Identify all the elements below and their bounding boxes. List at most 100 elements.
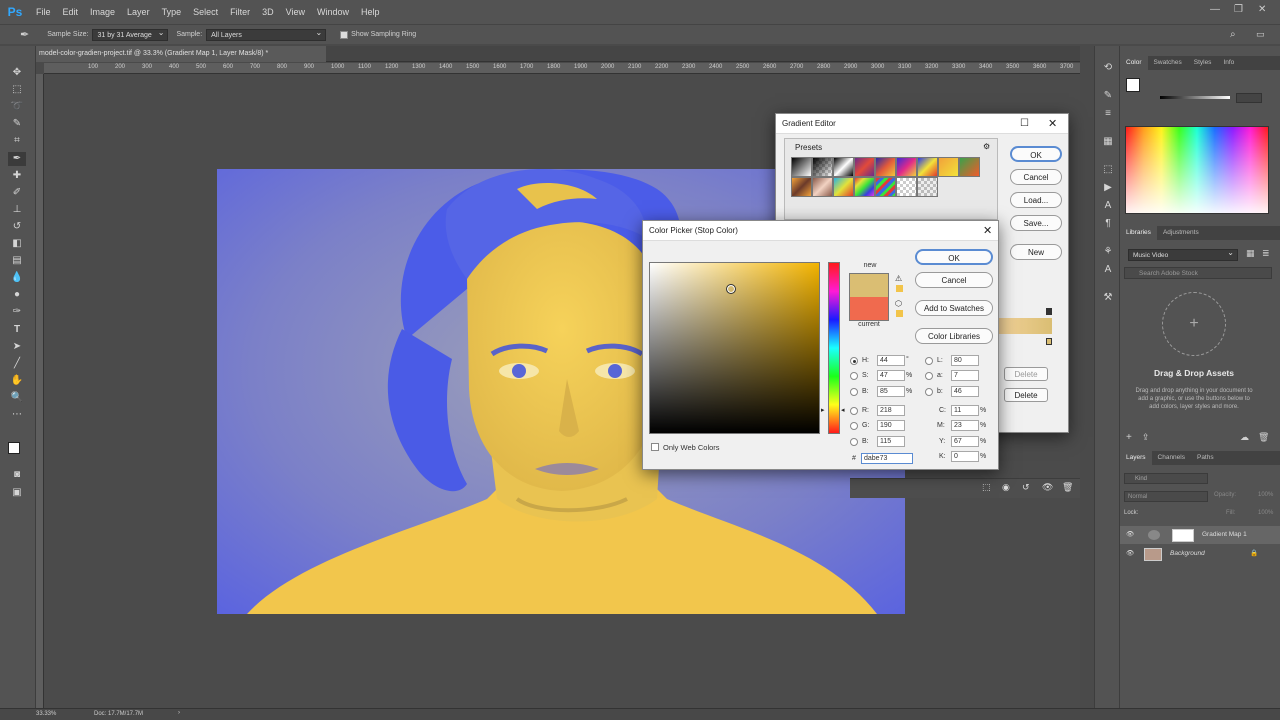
color-spectrum[interactable] bbox=[1125, 126, 1269, 214]
blend-mode-select[interactable]: Normal bbox=[1124, 491, 1208, 502]
properties-panel-icon[interactable]: ≡ bbox=[1100, 108, 1116, 119]
restore-icon[interactable]: ❐ bbox=[1234, 4, 1243, 15]
picker-cancel-button[interactable]: Cancel bbox=[915, 272, 993, 288]
close-icon[interactable]: ✕ bbox=[1258, 4, 1266, 15]
stock-search-input[interactable]: Search Adobe Stock bbox=[1124, 267, 1272, 279]
color-stop-icon[interactable] bbox=[1046, 338, 1052, 345]
clip-icon[interactable]: ⬚ bbox=[982, 482, 991, 493]
preset-swatch[interactable] bbox=[938, 157, 959, 177]
tab-libraries[interactable]: Libraries bbox=[1120, 226, 1157, 240]
gamut-color-chip[interactable] bbox=[896, 285, 903, 292]
blur-tool-icon[interactable]: 💧 bbox=[8, 271, 26, 285]
lab-b-field[interactable]: 46 bbox=[951, 386, 979, 397]
current-color-swatch[interactable] bbox=[849, 297, 889, 321]
preset-swatch[interactable] bbox=[791, 157, 812, 177]
marquee-tool-icon[interactable]: ⬚ bbox=[8, 83, 26, 97]
pen-tool-icon[interactable]: ✑ bbox=[8, 305, 26, 319]
gradient-tool-icon[interactable]: ▤ bbox=[8, 254, 26, 268]
tab-layers[interactable]: Layers bbox=[1120, 451, 1152, 465]
preset-swatch[interactable] bbox=[812, 177, 833, 197]
only-web-colors-checkbox[interactable] bbox=[651, 443, 659, 451]
brightness-radio[interactable] bbox=[850, 388, 858, 396]
layer-mask-thumbnail[interactable] bbox=[1172, 529, 1194, 542]
red-radio[interactable] bbox=[850, 407, 858, 415]
dodge-tool-icon[interactable]: ● bbox=[8, 288, 26, 302]
history-panel-icon[interactable]: ⟲ bbox=[1100, 62, 1116, 73]
brush-tool-icon[interactable]: ✐ bbox=[8, 186, 26, 200]
preset-swatch[interactable] bbox=[875, 177, 896, 197]
library-select[interactable]: Music Video bbox=[1128, 247, 1238, 261]
more-tools-icon[interactable]: ⋯ bbox=[8, 408, 26, 422]
sample-size-select[interactable]: 31 by 31 Average bbox=[92, 27, 169, 41]
menu-3d[interactable]: 3D bbox=[262, 7, 274, 17]
color-field[interactable] bbox=[649, 262, 820, 434]
visibility-eye-icon[interactable]: 👁 bbox=[1126, 526, 1134, 544]
preset-swatch[interactable] bbox=[896, 177, 917, 197]
hue-slider[interactable] bbox=[828, 262, 840, 434]
hex-field[interactable]: dabe73 bbox=[861, 453, 913, 464]
hue-slider-left-arrow[interactable]: ▸ bbox=[821, 406, 825, 414]
delete-color-stop-button[interactable]: Delete bbox=[1004, 388, 1048, 402]
delete-opacity-stop-button[interactable]: Delete bbox=[1004, 367, 1048, 381]
tab-styles[interactable]: Styles bbox=[1188, 56, 1218, 70]
path-select-icon[interactable]: ➤ bbox=[8, 340, 26, 354]
saturation-field[interactable]: 47 bbox=[877, 370, 905, 381]
character-panel-icon[interactable]: A bbox=[1100, 200, 1116, 211]
websafe-color-chip[interactable] bbox=[896, 310, 903, 317]
lab-a-field[interactable]: 7 bbox=[951, 370, 979, 381]
preset-swatch[interactable] bbox=[875, 157, 896, 177]
preset-swatch[interactable] bbox=[833, 157, 854, 177]
blue-radio[interactable] bbox=[850, 438, 858, 446]
preset-swatch[interactable] bbox=[917, 177, 938, 197]
preset-swatch[interactable] bbox=[812, 157, 833, 177]
dialog-close-icon[interactable]: ✕ bbox=[1048, 117, 1057, 130]
menu-window[interactable]: Window bbox=[317, 7, 349, 17]
eyedropper-tool-icon[interactable]: ✒ bbox=[8, 152, 26, 166]
layer-row[interactable]: 👁 Background 🔒 bbox=[1120, 545, 1280, 563]
k-slider[interactable] bbox=[1160, 96, 1230, 99]
layer-name[interactable]: Gradient Map 1 bbox=[1202, 526, 1247, 544]
lab-l-radio[interactable] bbox=[925, 357, 933, 365]
out-of-gamut-warning-icon[interactable]: ⚠ bbox=[895, 274, 902, 283]
show-ring-checkbox[interactable] bbox=[340, 30, 349, 39]
status-arrow-icon[interactable]: › bbox=[178, 710, 180, 716]
brightness-field[interactable]: 85 bbox=[877, 386, 905, 397]
stamp-tool-icon[interactable]: ⊥ bbox=[8, 203, 26, 217]
eyedropper-icon[interactable]: ✒ bbox=[20, 28, 29, 41]
document-tab[interactable]: model-color-gradien-project.tif @ 33.3% … bbox=[36, 46, 326, 62]
preset-swatch[interactable] bbox=[854, 157, 875, 177]
gradient-bar[interactable] bbox=[998, 318, 1052, 334]
tab-channels[interactable]: Channels bbox=[1152, 451, 1191, 465]
healing-brush-icon[interactable]: ✚ bbox=[8, 169, 26, 183]
shape-tool-icon[interactable]: ╱ bbox=[8, 357, 26, 371]
glyphs-panel-icon[interactable]: A bbox=[1100, 264, 1116, 275]
k-value-field[interactable] bbox=[1236, 93, 1262, 103]
tab-swatches[interactable]: Swatches bbox=[1148, 56, 1188, 70]
crop-tool-icon[interactable]: ⌗ bbox=[8, 134, 26, 148]
brush-panel-icon[interactable]: ✎ bbox=[1100, 90, 1116, 101]
quick-select-icon[interactable]: ✎ bbox=[8, 117, 26, 131]
menu-edit[interactable]: Edit bbox=[63, 7, 79, 17]
tab-info[interactable]: Info bbox=[1217, 56, 1240, 70]
menu-image[interactable]: Image bbox=[90, 7, 115, 17]
blue-field[interactable]: 115 bbox=[877, 436, 905, 447]
history-brush-icon[interactable]: ↺ bbox=[8, 220, 26, 234]
menu-file[interactable]: File bbox=[36, 7, 51, 17]
opacity-value[interactable]: 100% bbox=[1258, 492, 1273, 498]
gradient-load-button[interactable]: Load... bbox=[1010, 192, 1062, 208]
menu-select[interactable]: Select bbox=[193, 7, 218, 17]
gradient-save-button[interactable]: Save... bbox=[1010, 215, 1062, 231]
eraser-tool-icon[interactable]: ◧ bbox=[8, 237, 26, 251]
menu-layer[interactable]: Layer bbox=[127, 7, 150, 17]
picker-ok-button[interactable]: OK bbox=[915, 249, 993, 265]
fill-value[interactable]: 100% bbox=[1258, 510, 1273, 516]
color-libraries-button[interactable]: Color Libraries bbox=[915, 328, 993, 344]
search-icon[interactable]: ⌕ bbox=[1230, 29, 1236, 40]
green-radio[interactable] bbox=[850, 422, 858, 430]
foreground-color-swatch[interactable] bbox=[8, 442, 20, 454]
opacity-stop-icon[interactable] bbox=[1046, 308, 1052, 315]
view-previous-icon[interactable]: ◉ bbox=[1002, 482, 1010, 493]
trash-icon[interactable]: 🗑 bbox=[1258, 432, 1269, 443]
screen-mode-icon[interactable]: ▣ bbox=[8, 486, 26, 500]
layer-kind-filter[interactable]: Kind bbox=[1124, 473, 1208, 484]
